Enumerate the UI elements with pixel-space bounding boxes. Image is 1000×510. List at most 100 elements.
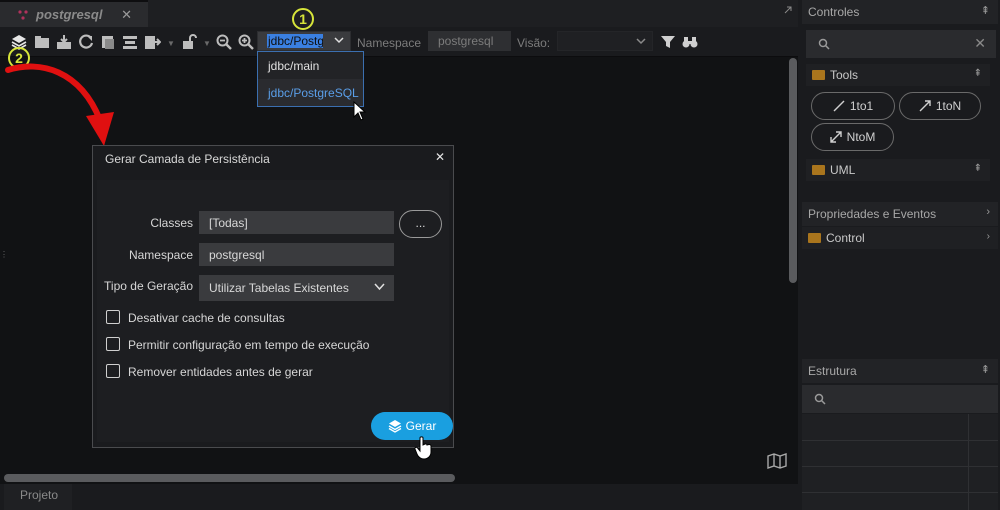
uml-label: UML	[830, 163, 856, 177]
tools-label: Tools	[830, 68, 859, 82]
tool-1to1-button[interactable]: 1to1	[811, 92, 895, 120]
tab-projeto[interactable]: Projeto	[4, 484, 72, 510]
propriedades-title: Propriedades e Eventos	[808, 207, 937, 221]
zoom-in-icon[interactable]	[237, 33, 255, 51]
clear-search-icon[interactable]: ✕	[974, 35, 986, 52]
maximize-icon[interactable]	[784, 6, 792, 14]
folder-icon	[812, 70, 825, 80]
caret-down-icon[interactable]: ▼	[167, 39, 175, 48]
collapse-icon[interactable]: ⇞	[974, 163, 982, 174]
controles-search-input[interactable]: ✕	[806, 30, 996, 58]
document-tab-bar: postgresql ✕	[0, 0, 798, 27]
bottom-tab-bar	[0, 484, 798, 510]
visao-select[interactable]	[557, 31, 653, 51]
tab-close-icon[interactable]: ✕	[121, 7, 132, 23]
pin-icon[interactable]: ⇞	[981, 363, 990, 376]
hand-pointer-icon	[414, 436, 432, 460]
checkbox-desativar-cache-label: Desativar cache de consultas	[128, 311, 285, 325]
relation-double-arrow-icon	[829, 131, 842, 143]
tool-1to1-label: 1to1	[849, 99, 874, 113]
dialog-close-icon[interactable]: ✕	[435, 150, 445, 164]
diagram-toolbar: ▼ ▼ jdbc/Postg Namespace postgresql Visã…	[0, 27, 798, 57]
estrutura-header: Estrutura ⇞	[802, 359, 998, 383]
classes-field[interactable]: [Todas]	[199, 211, 394, 234]
folder-icon	[808, 233, 821, 243]
refresh-icon[interactable]	[77, 33, 95, 51]
classes-browse-button[interactable]: ...	[399, 210, 442, 238]
tipo-geracao-select[interactable]: Utilizar Tabelas Existentes	[199, 275, 394, 301]
vertical-scrollbar[interactable]	[789, 58, 797, 283]
controles-header: Controles ⇞	[802, 0, 998, 24]
chevron-down-icon	[636, 38, 646, 45]
control-group-header[interactable]: Control ›	[802, 227, 998, 249]
map-icon[interactable]	[767, 453, 787, 469]
namespace-label: Namespace	[357, 36, 422, 50]
pages-icon[interactable]	[99, 33, 117, 51]
grid-line	[968, 414, 969, 510]
tool-NtoM-button[interactable]: NtoM	[811, 123, 894, 151]
mouse-pointer-icon	[353, 101, 367, 121]
tipo-geracao-value: Utilizar Tabelas Existentes	[209, 281, 349, 295]
gerar-persistencia-dialog: Gerar Camada de Persistência ✕ Classes […	[92, 145, 454, 448]
dialog-body: Classes [Todas] ... Namespace postgresql…	[97, 180, 453, 442]
horizontal-scrollbar[interactable]	[4, 474, 455, 482]
dropdown-option-postgresql[interactable]: jdbc/PostgreSQL	[258, 79, 363, 106]
classes-label: Classes	[150, 216, 193, 230]
diagram-icon	[18, 9, 28, 20]
visao-label: Visão:	[517, 36, 551, 50]
connection-dropdown: jdbc/main jdbc/PostgreSQL	[257, 51, 364, 107]
search-icon	[818, 38, 830, 50]
dropdown-option-main[interactable]: jdbc/main	[258, 52, 363, 79]
expand-icon[interactable]: ›	[986, 206, 990, 218]
lock-icon[interactable]	[180, 33, 198, 51]
tool-NtoM-label: NtoM	[846, 130, 876, 144]
chevron-down-icon	[374, 283, 385, 291]
control-label: Control	[826, 231, 865, 245]
namespace-field[interactable]: postgresql	[199, 243, 394, 266]
checkbox-remover-entidades-label: Remover entidades antes de gerar	[128, 365, 313, 379]
expand-icon[interactable]: ›	[987, 231, 990, 242]
step-badge-1: 1	[292, 8, 314, 30]
gerar-button[interactable]: Gerar	[371, 412, 453, 440]
tools-group-header[interactable]: Tools ⇞	[806, 64, 990, 86]
connection-value: jdbc/Postg	[267, 34, 323, 48]
relation-arrow-icon	[919, 100, 931, 112]
filter-icon[interactable]	[659, 33, 677, 51]
tab-postgresql[interactable]: postgresql ✕	[0, 0, 148, 27]
tool-1toN-label: 1toN	[935, 99, 962, 113]
folder-icon	[812, 165, 825, 175]
checkbox-desativar-cache[interactable]	[106, 310, 120, 324]
align-icon[interactable]	[121, 33, 139, 51]
tool-1toN-button[interactable]: 1toN	[899, 92, 981, 120]
folder-icon[interactable]	[33, 33, 51, 51]
uml-group-header[interactable]: UML ⇞	[806, 159, 990, 181]
pin-icon[interactable]: ⇞	[981, 4, 990, 17]
import-icon[interactable]	[55, 33, 73, 51]
zoom-out-icon[interactable]	[215, 33, 233, 51]
connection-select[interactable]: jdbc/Postg	[257, 31, 351, 51]
dialog-title: Gerar Camada de Persistência	[105, 152, 270, 166]
namespace-input[interactable]: postgresql	[428, 31, 511, 51]
estrutura-search-input[interactable]	[802, 385, 998, 413]
dialog-header: Gerar Camada de Persistência ✕	[93, 146, 453, 172]
search-icon	[814, 393, 826, 405]
propriedades-header: Propriedades e Eventos ›	[802, 202, 998, 226]
checkbox-permitir-config[interactable]	[106, 337, 120, 351]
checkbox-remover-entidades[interactable]	[106, 364, 120, 378]
tab-title: postgresql	[36, 7, 103, 22]
estrutura-title: Estrutura	[808, 364, 857, 378]
splitter-grip[interactable]: ⋮	[0, 250, 8, 259]
collapse-icon[interactable]: ⇞	[974, 68, 982, 79]
relation-line-icon	[833, 100, 845, 112]
controles-title: Controles	[808, 5, 860, 19]
checkbox-permitir-config-label: Permitir configuração em tempo de execuç…	[128, 338, 370, 352]
tipo-geracao-label: Tipo de Geração	[104, 279, 193, 293]
namespace-label: Namespace	[128, 248, 193, 262]
caret-down-icon[interactable]: ▼	[203, 39, 211, 48]
binoculars-icon[interactable]	[681, 33, 699, 51]
estrutura-grid	[802, 414, 998, 510]
gerar-label: Gerar	[405, 419, 437, 433]
export-icon[interactable]	[143, 33, 161, 51]
chevron-down-icon	[334, 37, 344, 44]
layers-icon	[388, 420, 402, 433]
